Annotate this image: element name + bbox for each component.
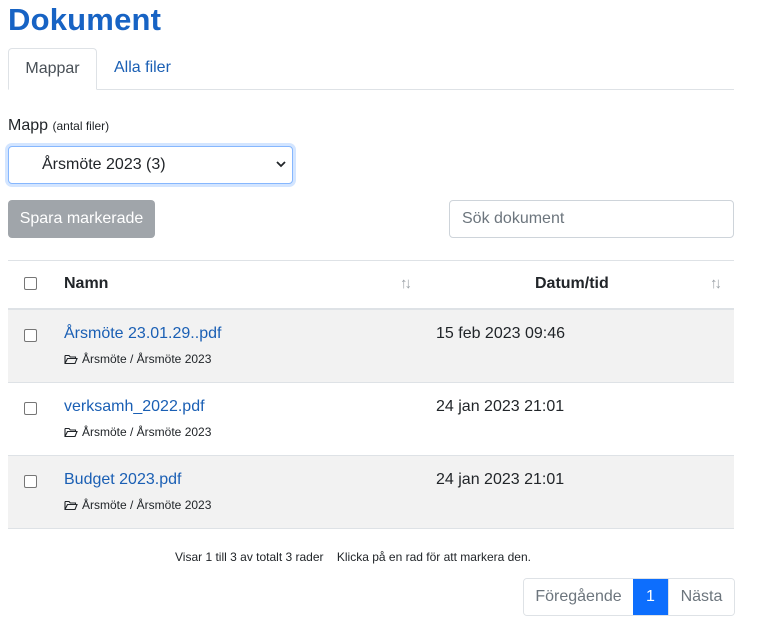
sort-icon[interactable]: ↑↓ xyxy=(710,275,722,292)
folder-open-icon xyxy=(64,500,78,510)
folder-open-icon xyxy=(64,354,78,364)
table-row[interactable]: Budget 2023.pdf Årsmöte / Årsmöte 2023 2… xyxy=(8,456,734,529)
tab-bar: Mappar Alla filer xyxy=(8,48,734,90)
page-title: Dokument xyxy=(8,2,162,37)
row-checkbox[interactable] xyxy=(24,402,37,415)
file-path-text: Årsmöte / Årsmöte 2023 xyxy=(82,498,212,512)
file-date: 24 jan 2023 21:01 xyxy=(436,398,565,415)
select-all-checkbox[interactable] xyxy=(24,277,37,290)
sort-icon[interactable]: ↑↓ xyxy=(400,275,412,292)
folder-label: Mapp (antal filer) xyxy=(8,117,109,135)
table-info: Visar 1 till 3 av totalt 3 rader xyxy=(175,550,324,564)
file-date: 24 jan 2023 21:01 xyxy=(436,471,565,488)
search-input[interactable]: Sök dokument xyxy=(449,200,734,238)
column-header-name[interactable]: Namn xyxy=(64,275,108,293)
pagination-next[interactable]: Nästa xyxy=(668,579,734,615)
file-path-text: Årsmöte / Årsmöte 2023 xyxy=(82,352,212,366)
folder-label-text: Mapp xyxy=(8,117,49,134)
folder-select[interactable]: Årsmöte 2023 (3) xyxy=(8,146,293,184)
folder-select-value: Årsmöte 2023 (3) xyxy=(42,156,166,173)
file-link[interactable]: verksamh_2022.pdf xyxy=(64,398,205,416)
tab-alla-filer[interactable]: Alla filer xyxy=(98,48,187,90)
chevron-down-icon xyxy=(276,161,286,168)
table-row[interactable]: verksamh_2022.pdf Årsmöte / Årsmöte 2023… xyxy=(8,383,734,456)
table-row[interactable]: Årsmöte 23.01.29..pdf Årsmöte / Årsmöte … xyxy=(8,310,734,383)
row-checkbox[interactable] xyxy=(24,475,37,488)
pagination-page-1[interactable]: 1 xyxy=(633,579,668,615)
table-header: Namn ↑↓ Datum/tid ↑↓ xyxy=(8,260,734,310)
tab-mappar[interactable]: Mappar xyxy=(8,48,97,90)
save-selected-button[interactable]: Spara markerade xyxy=(8,200,155,238)
file-link[interactable]: Budget 2023.pdf xyxy=(64,471,181,489)
documents-table: Namn ↑↓ Datum/tid ↑↓ Årsmöte 23.01.29..p… xyxy=(8,260,734,529)
pagination-previous[interactable]: Föregående xyxy=(524,579,633,615)
column-header-date[interactable]: Datum/tid xyxy=(535,275,609,293)
file-link[interactable]: Årsmöte 23.01.29..pdf xyxy=(64,325,221,343)
folder-open-icon xyxy=(64,427,78,437)
file-path-text: Årsmöte / Årsmöte 2023 xyxy=(82,425,212,439)
pagination: Föregående 1 Nästa xyxy=(523,578,735,616)
file-date: 15 feb 2023 09:46 xyxy=(436,325,566,342)
file-path: Årsmöte / Årsmöte 2023 xyxy=(64,352,211,366)
folder-label-hint: (antal filer) xyxy=(52,119,110,133)
table-hint: Klicka på en rad för att markera den. xyxy=(336,550,531,564)
file-path: Årsmöte / Årsmöte 2023 xyxy=(64,498,211,512)
file-path: Årsmöte / Årsmöte 2023 xyxy=(64,425,211,439)
row-checkbox[interactable] xyxy=(24,329,37,342)
table-summary: Visar 1 till 3 av totalt 3 rader Klicka … xyxy=(175,550,541,564)
